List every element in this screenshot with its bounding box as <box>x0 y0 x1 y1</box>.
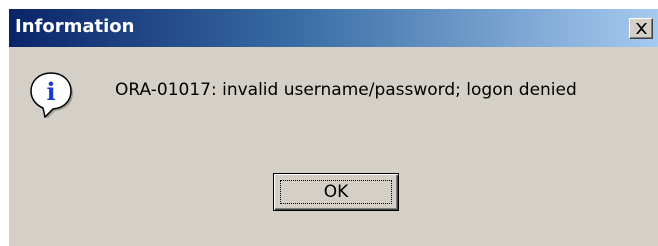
close-x-icon <box>636 23 647 34</box>
ok-button[interactable]: OK <box>273 173 399 211</box>
info-glyph: i <box>46 77 55 106</box>
title-bar[interactable]: Information <box>9 9 658 47</box>
information-icon: i <box>30 72 73 118</box>
error-message: ORA-01017: invalid username/password; lo… <box>115 80 577 100</box>
information-dialog: Information i ORA-01017: invalid usernam… <box>9 9 658 246</box>
dialog-title: Information <box>15 16 135 37</box>
ok-button-label: OK <box>323 182 349 202</box>
close-button[interactable] <box>629 18 653 39</box>
